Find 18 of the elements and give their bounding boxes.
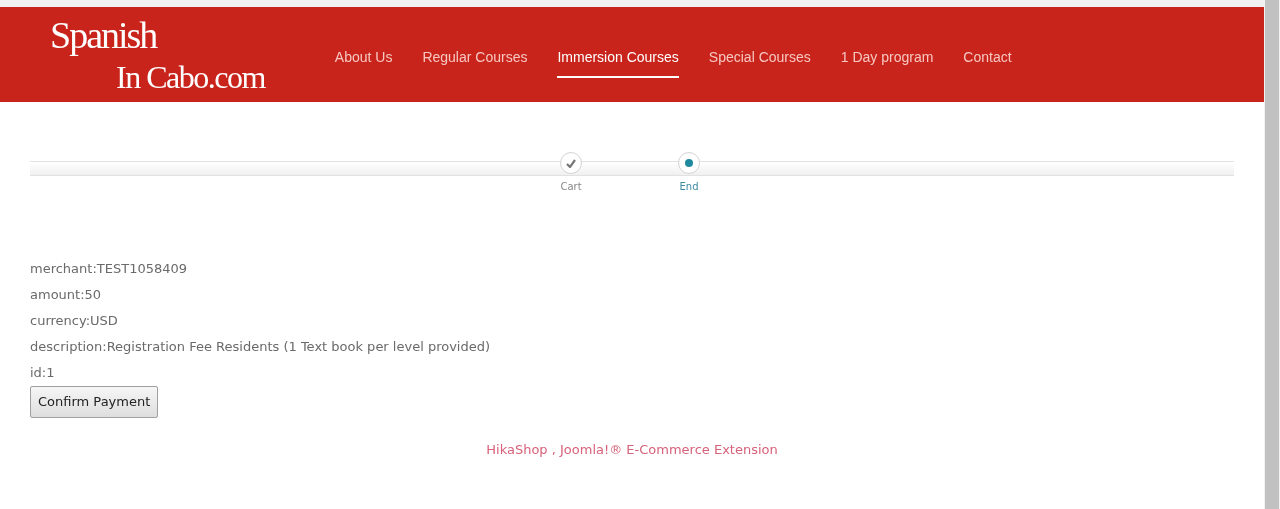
nav-link[interactable]: About Us [334, 31, 393, 78]
nav-link[interactable]: Regular Courses [422, 31, 528, 78]
footer-link[interactable]: HikaShop , Joomla!® E-Commerce Extension [486, 440, 778, 460]
detail-line: id:1 [30, 364, 56, 382]
nav-link[interactable]: Contact [963, 31, 1012, 78]
detail-line: description:Registration Fee Residents (1 Text book per level provided) [30, 338, 492, 356]
confirm-payment-button[interactable]: Confirm Payment [30, 386, 159, 418]
detail-line: merchant:TEST1058409 [30, 260, 189, 278]
check-icon [566, 158, 576, 168]
detail-line: amount:50 [30, 286, 103, 304]
nav-link[interactable]: Immersion Courses [557, 31, 679, 78]
nav-link[interactable]: Special Courses [708, 31, 811, 78]
nav-link[interactable]: 1 Day program [840, 31, 934, 78]
step-label: End [679, 180, 699, 194]
logo[interactable]: Spanish In Cabo.com [50, 12, 265, 97]
detail-line: currency:USD [30, 312, 119, 330]
step-label: Cart [560, 180, 582, 194]
scrollbar[interactable] [1265, 0, 1279, 509]
